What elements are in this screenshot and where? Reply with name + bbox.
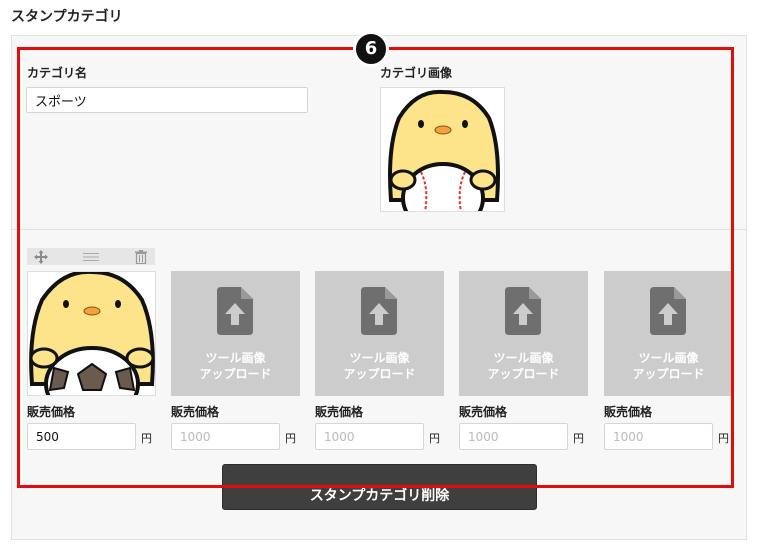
category-image[interactable] [380, 87, 505, 212]
currency-unit: 円 [573, 432, 584, 445]
upload-text-line2: アップロード [487, 367, 560, 381]
delete-category-button[interactable]: スタンプカテゴリ削除 [222, 464, 537, 510]
annotation-badge: 6 [353, 31, 389, 67]
stamp-slot-3[interactable]: ツール画像アップロード [315, 271, 444, 396]
section-divider [12, 229, 746, 230]
stamp-toolbar [27, 248, 155, 265]
price-label: 販売価格 [459, 405, 508, 419]
stamp-slot-2[interactable]: ツール画像アップロード [171, 271, 300, 396]
upload-file-icon [217, 287, 253, 335]
trash-icon[interactable] [131, 248, 151, 265]
price-input-4[interactable] [459, 423, 568, 450]
category-name-label: カテゴリ名 [27, 66, 88, 80]
stamp-slot-4[interactable]: ツール画像アップロード [459, 271, 588, 396]
upload-text-line1: ツール画像 [349, 351, 410, 365]
price-input-2[interactable] [171, 423, 280, 450]
category-image-label: カテゴリ画像 [380, 66, 453, 80]
price-label: 販売価格 [604, 405, 653, 419]
upload-text-line2: アップロード [343, 367, 416, 381]
upload-text-line1: ツール画像 [493, 351, 554, 365]
move-icon[interactable] [31, 248, 51, 265]
price-input-1[interactable] [27, 423, 136, 450]
category-name-input[interactable] [26, 87, 308, 113]
chick-baseball-image [381, 88, 504, 211]
currency-unit: 円 [718, 432, 729, 445]
price-input-3[interactable] [315, 423, 424, 450]
upload-text-line1: ツール画像 [205, 351, 266, 365]
upload-text-line1: ツール画像 [638, 351, 699, 365]
reorder-icon[interactable] [81, 248, 101, 265]
upload-file-icon [505, 287, 541, 335]
upload-file-icon [650, 287, 686, 335]
page-title: スタンプカテゴリ [11, 9, 123, 25]
price-label: 販売価格 [171, 405, 220, 419]
upload-file-icon [361, 287, 397, 335]
currency-unit: 円 [429, 432, 440, 445]
chick-soccer-image [28, 272, 155, 395]
currency-unit: 円 [141, 432, 152, 445]
stamp-slot-5[interactable]: ツール画像アップロード [604, 271, 733, 396]
price-label: 販売価格 [315, 405, 364, 419]
price-input-5[interactable] [604, 423, 713, 450]
upload-text-line2: アップロード [632, 367, 705, 381]
upload-text-line2: アップロード [199, 367, 272, 381]
price-label: 販売価格 [27, 405, 76, 419]
stamp-slot-1[interactable] [27, 271, 156, 396]
currency-unit: 円 [285, 432, 296, 445]
